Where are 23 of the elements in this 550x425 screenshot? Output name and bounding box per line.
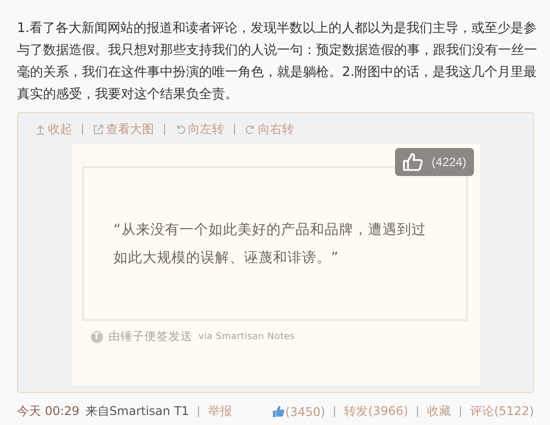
action-link[interactable]: 转发(3966) [344,403,408,420]
toolbar-link[interactable]: 向左转 [175,120,224,138]
post-source: 来自Smartisan T1 [85,403,190,420]
like-link[interactable]: (3450) [272,404,326,418]
external-link-icon [93,124,104,134]
action-link[interactable]: 收藏 [427,403,452,420]
sent-from-text: 由锤子便签发送 [108,329,192,344]
toolbar-link[interactable]: 查看大图 [93,120,154,138]
post-time: 今天 00:29 [17,403,80,420]
quote-text: “从来没有一个如此美好的产品和品牌，遭遇到过如此大规模的误解、诬蔑和诽谤。” [114,220,427,268]
thumbs-up-icon [272,405,286,418]
thumbs-up-icon [402,152,424,172]
report-link[interactable]: 举报 [208,403,232,420]
via-text: via Smartisan Notes [198,332,295,342]
toolbar-link[interactable]: 收起 [35,120,72,138]
action-link[interactable]: 评论(5122) [470,403,534,420]
app-logo-icon: T [90,330,102,342]
post-text: 1.看了各大新闻网站的报道和读者评论，发现半数以上的人都以为是我们主导，或至少是参与了数据造假。我只想对那些支持我们的人说一句：预定数据造假的事，跟我们没有一丝一毫的关系，我们在这件事中扮演的唯一角色，就是躺枪。2.附图中的话，是我这几个月里最真实的感受，我要对这个结果负全责。 [17,20,537,104]
like-button[interactable]: (4224) [394,148,474,176]
rotate-left-icon [175,124,186,134]
toolbar-link[interactable]: 向右转 [245,120,294,138]
rotate-right-icon [245,124,256,134]
up-arrow-icon [35,124,46,134]
